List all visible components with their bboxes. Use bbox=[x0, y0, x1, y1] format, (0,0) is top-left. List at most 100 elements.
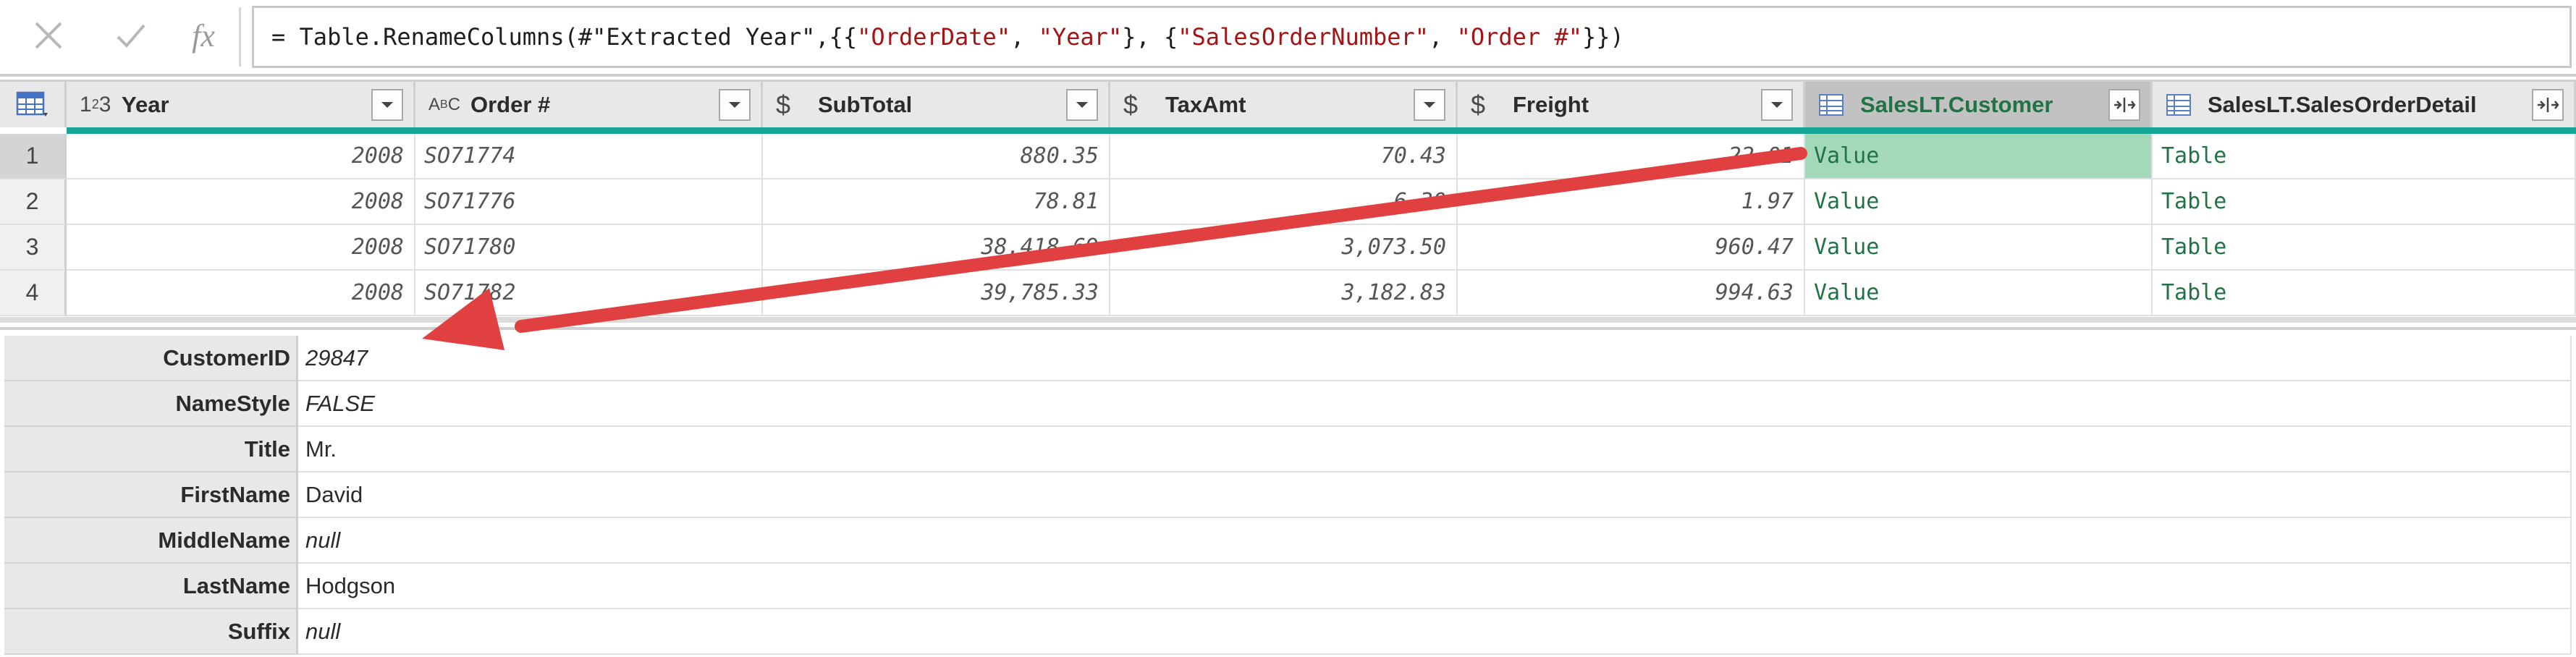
table-icon bbox=[1819, 93, 1844, 116]
column-header-label: TaxAmt bbox=[1165, 91, 1246, 117]
cell-customer-value[interactable]: Value bbox=[1805, 179, 2153, 225]
cell-subtotal[interactable]: 78.81 bbox=[763, 179, 1110, 225]
row-number[interactable]: 3 bbox=[0, 225, 67, 271]
filter-dropdown-button[interactable] bbox=[371, 88, 403, 121]
currency-type-icon[interactable]: $ bbox=[1123, 90, 1165, 120]
preview-field-name: MiddleName bbox=[4, 518, 298, 564]
chevron-down-icon bbox=[1424, 101, 1435, 108]
number-type-icon[interactable]: 123 bbox=[80, 93, 122, 117]
preview-row: FirstName David bbox=[0, 472, 2576, 518]
table-row: 4 2008 SO71782 39,785.33 3,182.83 994.63… bbox=[0, 271, 2576, 316]
preview-field-value: Hodgson bbox=[298, 564, 2572, 609]
expand-column-button[interactable] bbox=[2532, 88, 2564, 121]
formula-input[interactable]: = Table.RenameColumns(#"Extracted Year",… bbox=[252, 6, 2572, 68]
data-grid: 123 Year ABC Order # $ SubTotal $ TaxAmt bbox=[0, 74, 2576, 323]
column-header-subtotal[interactable]: $ SubTotal bbox=[763, 80, 1110, 127]
column-header-taxamt[interactable]: $ TaxAmt bbox=[1110, 80, 1458, 127]
preview-field-name: LastName bbox=[4, 564, 298, 609]
cell-detail-table[interactable]: Table bbox=[2153, 179, 2576, 225]
preview-field-value: null bbox=[298, 518, 2572, 564]
cell-freight[interactable]: 994.63 bbox=[1458, 271, 1805, 316]
formula-string: "OrderDate" bbox=[857, 23, 1011, 51]
column-header-row: 123 Year ABC Order # $ SubTotal $ TaxAmt bbox=[0, 80, 2576, 127]
table-type-icon[interactable] bbox=[2166, 93, 2208, 116]
cell-year[interactable]: 2008 bbox=[67, 225, 415, 271]
cell-order[interactable]: SO71776 bbox=[415, 179, 763, 225]
currency-type-icon[interactable]: $ bbox=[776, 90, 818, 120]
formula-suffix: }}) bbox=[1582, 23, 1624, 51]
cell-subtotal[interactable]: 39,785.33 bbox=[763, 271, 1110, 316]
formula-string: "SalesOrderNumber" bbox=[1178, 23, 1430, 51]
chevron-down-icon bbox=[1771, 101, 1783, 108]
text-type-icon[interactable]: ABC bbox=[428, 95, 470, 115]
chevron-down-icon bbox=[381, 101, 393, 108]
confirm-button[interactable] bbox=[98, 7, 164, 64]
table-row: 3 2008 SO71780 38,418.69 3,073.50 960.47… bbox=[0, 225, 2576, 271]
cell-customer-value[interactable]: Value bbox=[1805, 134, 2153, 179]
column-header-freight[interactable]: $ Freight bbox=[1458, 80, 1805, 127]
cell-subtotal[interactable]: 38,418.69 bbox=[763, 225, 1110, 271]
formula-bar: fx = Table.RenameColumns(#"Extracted Yea… bbox=[0, 0, 2576, 74]
preview-field-value: Mr. bbox=[298, 427, 2572, 472]
cell-freight[interactable]: 1.97 bbox=[1458, 179, 1805, 225]
pane-splitter[interactable] bbox=[0, 317, 2576, 323]
column-header-salesorderdetail[interactable]: SalesLT.SalesOrderDetail bbox=[2153, 80, 2576, 127]
fx-icon: fx bbox=[192, 17, 215, 54]
preview-row: MiddleName null bbox=[0, 518, 2576, 564]
preview-field-name: CustomerID bbox=[4, 336, 298, 381]
column-header-order[interactable]: ABC Order # bbox=[415, 80, 763, 127]
table-row: 1 2008 SO71774 880.35 70.43 22.01 Value … bbox=[0, 134, 2576, 179]
table-menu-button[interactable] bbox=[0, 80, 67, 127]
column-header-year[interactable]: 123 Year bbox=[67, 80, 415, 127]
table-icon bbox=[16, 91, 48, 116]
row-number[interactable]: 1 bbox=[0, 134, 67, 179]
cell-taxamt[interactable]: 3,182.83 bbox=[1110, 271, 1458, 316]
filter-dropdown-button[interactable] bbox=[719, 88, 751, 121]
preview-field-value: null bbox=[298, 609, 2572, 655]
preview-row: Title Mr. bbox=[0, 427, 2576, 472]
cell-detail-table[interactable]: Table bbox=[2153, 271, 2576, 316]
cell-taxamt[interactable]: 70.43 bbox=[1110, 134, 1458, 179]
cell-subtotal[interactable]: 880.35 bbox=[763, 134, 1110, 179]
preview-row: NameStyle FALSE bbox=[0, 381, 2576, 427]
filter-dropdown-button[interactable] bbox=[1414, 88, 1445, 121]
preview-row: Suffix null bbox=[0, 609, 2576, 655]
row-number[interactable]: 4 bbox=[0, 271, 67, 316]
preview-field-value: 29847 bbox=[298, 336, 2572, 381]
formula-string: "Order #" bbox=[1456, 23, 1582, 51]
filter-dropdown-button[interactable] bbox=[1066, 88, 1098, 121]
insert-function-button[interactable]: fx bbox=[171, 7, 236, 64]
cell-order[interactable]: SO71780 bbox=[415, 225, 763, 271]
currency-type-icon[interactable]: $ bbox=[1471, 90, 1513, 120]
cell-year[interactable]: 2008 bbox=[67, 271, 415, 316]
cell-year[interactable]: 2008 bbox=[67, 179, 415, 225]
cell-detail-table[interactable]: Table bbox=[2153, 134, 2576, 179]
cell-year[interactable]: 2008 bbox=[67, 134, 415, 179]
formula-mid: }, { bbox=[1122, 23, 1178, 51]
preview-field-name: NameStyle bbox=[4, 381, 298, 427]
formula-bar-divider bbox=[239, 7, 241, 67]
filter-dropdown-button[interactable] bbox=[1761, 88, 1793, 121]
cell-taxamt[interactable]: 6.30 bbox=[1110, 179, 1458, 225]
column-header-label: Freight bbox=[1513, 91, 1589, 117]
column-header-label: Year bbox=[122, 91, 169, 117]
cell-freight[interactable]: 22.01 bbox=[1458, 134, 1805, 179]
preview-field-value: FALSE bbox=[298, 381, 2572, 427]
cell-detail-table[interactable]: Table bbox=[2153, 225, 2576, 271]
column-header-label: SalesLT.Customer bbox=[1860, 91, 2053, 117]
column-header-customer[interactable]: SalesLT.Customer bbox=[1805, 80, 2153, 127]
table-type-icon[interactable] bbox=[1818, 93, 1860, 116]
table-icon bbox=[2166, 93, 2191, 116]
row-number[interactable]: 2 bbox=[0, 179, 67, 225]
cell-freight[interactable]: 960.47 bbox=[1458, 225, 1805, 271]
cell-customer-value[interactable]: Value bbox=[1805, 271, 2153, 316]
expand-column-button[interactable] bbox=[2108, 88, 2140, 121]
record-preview-pane: CustomerID 29847 NameStyle FALSE Title M… bbox=[0, 327, 2576, 657]
cell-customer-value[interactable]: Value bbox=[1805, 225, 2153, 271]
cell-taxamt[interactable]: 3,073.50 bbox=[1110, 225, 1458, 271]
preview-field-name: FirstName bbox=[4, 472, 298, 518]
cancel-button[interactable] bbox=[16, 7, 81, 64]
cell-order[interactable]: SO71782 bbox=[415, 271, 763, 316]
formula-sep: , bbox=[1010, 23, 1039, 51]
cell-order[interactable]: SO71774 bbox=[415, 134, 763, 179]
